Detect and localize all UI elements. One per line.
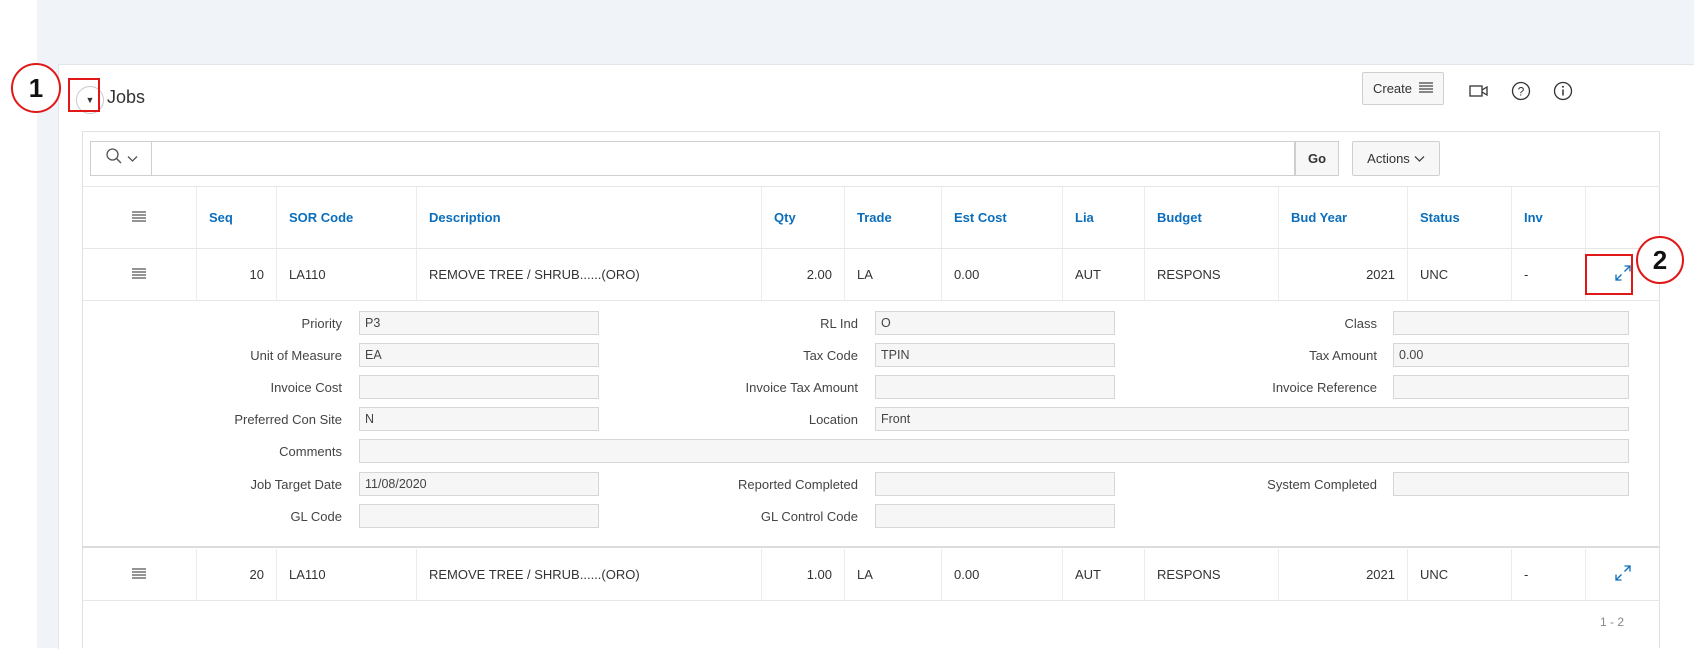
column-header-status[interactable]: Status: [1407, 187, 1511, 248]
comments-label: Comments: [279, 443, 342, 459]
video-camera-icon[interactable]: [1468, 80, 1490, 102]
cell-qty: 2.00: [761, 249, 844, 300]
expand-icon: [1614, 564, 1632, 585]
preferred-con-site-field[interactable]: N: [359, 407, 599, 431]
priority-field[interactable]: P3: [359, 311, 599, 335]
invoice-cost-label: Invoice Cost: [270, 379, 342, 395]
row-actions-header[interactable]: [82, 187, 196, 248]
pagination-info: 1 - 2: [1600, 615, 1625, 629]
search-icon: [105, 147, 123, 170]
cell-status: UNC: [1407, 249, 1511, 300]
help-icon[interactable]: ?: [1509, 79, 1533, 103]
system-completed-label: System Completed: [1267, 476, 1377, 492]
priority-label: Priority: [301, 315, 342, 331]
column-header-budget[interactable]: Budget: [1144, 187, 1278, 248]
chevron-down-icon: [1414, 151, 1425, 166]
hamburger-menu-icon: [132, 567, 146, 582]
hamburger-menu-icon: [132, 267, 146, 282]
class-field[interactable]: [1393, 311, 1629, 335]
cell-qty: 1.00: [761, 549, 844, 600]
gl-code-field[interactable]: [359, 504, 599, 528]
cell-status: UNC: [1407, 549, 1511, 600]
cell-budget: RESPONS: [1144, 549, 1278, 600]
column-header-seq[interactable]: Seq: [196, 187, 276, 248]
callout-1: 1: [11, 63, 61, 113]
cell-lia: AUT: [1062, 549, 1144, 600]
cell-description: REMOVE TREE / SHRUB......(ORO): [416, 549, 761, 600]
callout-2: 2: [1636, 236, 1684, 284]
cell-seq: 20: [196, 549, 276, 600]
preferred-con-site-label: Preferred Con Site: [234, 411, 342, 427]
row-actions-menu[interactable]: [82, 549, 196, 600]
system-completed-field[interactable]: [1393, 472, 1629, 496]
column-header-inv[interactable]: Inv: [1511, 187, 1585, 248]
uom-label: Unit of Measure: [250, 347, 342, 363]
create-button[interactable]: Create: [1362, 72, 1444, 105]
job-target-date-field[interactable]: 11/08/2020: [359, 472, 599, 496]
job-target-date-label: Job Target Date: [250, 476, 342, 492]
create-button-label: Create: [1372, 81, 1413, 96]
column-header-qty[interactable]: Qty: [761, 187, 844, 248]
tax-code-label: Tax Code: [803, 347, 858, 363]
comments-field[interactable]: [359, 439, 1629, 463]
invoice-reference-field[interactable]: [1393, 375, 1629, 399]
invoice-tax-amount-field[interactable]: [875, 375, 1115, 399]
cell-trade: LA: [844, 249, 941, 300]
column-header-bud-year[interactable]: Bud Year: [1278, 187, 1407, 248]
region-title: Jobs: [107, 87, 146, 107]
cell-bud-year: 2021: [1278, 549, 1407, 600]
column-header-sor-code[interactable]: SOR Code: [276, 187, 416, 248]
go-button[interactable]: Go: [1295, 141, 1339, 176]
cell-sor-code: LA110: [276, 549, 416, 600]
info-icon[interactable]: [1551, 79, 1575, 103]
actions-label: Actions: [1367, 151, 1410, 166]
cell-trade: LA: [844, 549, 941, 600]
cell-sor-code: LA110: [276, 249, 416, 300]
expand-row-button[interactable]: [1585, 549, 1659, 600]
search-column-selector[interactable]: [90, 141, 152, 176]
cell-bud-year: 2021: [1278, 249, 1407, 300]
hamburger-menu-icon: [132, 210, 146, 225]
hamburger-menu-icon: [1419, 81, 1434, 96]
actions-menu-button[interactable]: Actions: [1352, 141, 1440, 176]
gl-code-label: GL Code: [290, 508, 342, 524]
tax-amount-label: Tax Amount: [1309, 347, 1377, 363]
invoice-cost-field[interactable]: [359, 375, 599, 399]
search-input[interactable]: [152, 141, 1295, 176]
reported-completed-label: Reported Completed: [738, 476, 858, 492]
tax-amount-field[interactable]: 0.00: [1393, 343, 1629, 367]
cell-budget: RESPONS: [1144, 249, 1278, 300]
cell-seq: 10: [196, 249, 276, 300]
row-actions-menu[interactable]: [82, 249, 196, 300]
cell-lia: AUT: [1062, 249, 1144, 300]
column-header-lia[interactable]: Lia: [1062, 187, 1144, 248]
location-label: Location: [808, 411, 858, 427]
chevron-down-icon: [127, 150, 138, 168]
reported-completed-field[interactable]: [875, 472, 1115, 496]
gl-control-code-label: GL Control Code: [760, 508, 858, 524]
location-field[interactable]: Front: [875, 407, 1629, 431]
cell-inv: -: [1511, 249, 1585, 300]
column-header-est-cost[interactable]: Est Cost: [941, 187, 1062, 248]
table-row: 10 LA110 REMOVE TREE / SHRUB......(ORO) …: [82, 249, 1660, 301]
cell-inv: -: [1511, 549, 1585, 600]
gl-control-code-field[interactable]: [875, 504, 1115, 528]
uom-field[interactable]: EA: [359, 343, 599, 367]
rl-ind-label: RL Ind: [820, 315, 858, 331]
callout-1-highlight: [68, 78, 100, 112]
tax-code-field[interactable]: TPIN: [875, 343, 1115, 367]
invoice-reference-label: Invoice Reference: [1272, 379, 1377, 395]
invoice-tax-amount-label: Invoice Tax Amount: [745, 379, 859, 395]
class-label: Class: [1344, 315, 1377, 331]
cell-est-cost: 0.00: [941, 549, 1062, 600]
column-header-trade[interactable]: Trade: [844, 187, 941, 248]
cell-est-cost: 0.00: [941, 249, 1062, 300]
table-row: 20 LA110 REMOVE TREE / SHRUB......(ORO) …: [82, 549, 1660, 601]
callout-2-highlight: [1585, 254, 1633, 295]
cell-description: REMOVE TREE / SHRUB......(ORO): [416, 249, 761, 300]
column-header-description[interactable]: Description: [416, 187, 761, 248]
grid-header-row: Seq SOR Code Description Qty Trade Est C…: [82, 186, 1660, 249]
rl-ind-field[interactable]: O: [875, 311, 1115, 335]
svg-text:?: ?: [1518, 85, 1525, 99]
